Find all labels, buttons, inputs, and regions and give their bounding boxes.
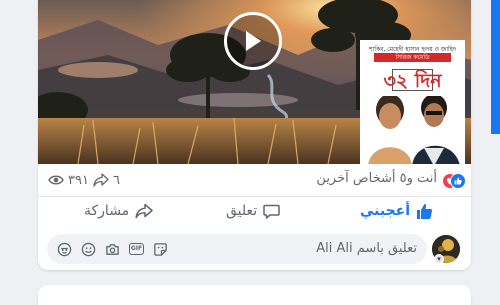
emoji-icon[interactable]	[81, 242, 96, 257]
camera-icon[interactable]	[105, 242, 120, 257]
reactions-summary[interactable]: أنت و٥ أشخاص آخرين	[316, 171, 437, 186]
like-button-label: أعجبني	[360, 203, 411, 219]
like-icon	[450, 173, 466, 189]
like-button[interactable]: أعجبني	[360, 197, 433, 225]
comment-input[interactable]: GIF تعليق باسم Ali Ali	[47, 234, 427, 264]
play-button[interactable]	[224, 12, 282, 70]
chevron-down-icon[interactable]: ▾	[434, 254, 444, 264]
video-poster: শাকিব, মেহেদী হাসান হৃদয় ও জাহিদ সিরিজ …	[360, 40, 465, 164]
post-card: শাকিব, মেহেদী হাসান হৃদয় ও জাহিদ সিরিজ …	[38, 0, 471, 270]
comment-button[interactable]: تعليق	[226, 197, 280, 225]
shares-count-label: ٦	[113, 172, 120, 188]
eye-icon	[48, 175, 64, 185]
share-button[interactable]: مشاركة	[84, 197, 153, 225]
reaction-icons[interactable]	[442, 173, 466, 189]
share-arrow-icon	[93, 173, 109, 187]
shares-count[interactable]: ٦	[93, 171, 120, 189]
next-post-card	[38, 285, 471, 305]
comment-tools: GIF	[57, 241, 168, 257]
comment-composer: GIF تعليق باسم Ali Ali ▾	[38, 232, 471, 266]
share-icon	[135, 203, 153, 219]
views-count[interactable]: ٣٩١	[48, 171, 89, 189]
comment-button-label: تعليق	[226, 203, 258, 219]
poster-actors-image	[360, 96, 465, 164]
post-stats-bar: ٣٩١ ٦ أنت و٥ أشخاص آخرين	[38, 168, 471, 194]
gif-icon[interactable]: GIF	[129, 243, 144, 255]
views-count-label: ٣٩١	[68, 172, 89, 188]
reaction-icons-graphic	[442, 173, 466, 189]
thumbs-up-icon	[417, 203, 433, 219]
share-button-label: مشاركة	[84, 203, 130, 219]
post-video[interactable]: শাকিব, মেহেদী হাসান হৃদয় ও জাহিদ সিরিজ …	[38, 0, 471, 164]
poster-title: ৩২ দিন	[383, 70, 442, 92]
play-icon	[246, 31, 261, 51]
avatar-sticker-icon[interactable]	[57, 242, 72, 257]
comment-icon	[263, 204, 280, 219]
right-rail-strip	[491, 0, 500, 134]
post-actions: مشاركة تعليق أعجبني	[38, 196, 471, 225]
sticker-icon[interactable]	[153, 242, 168, 257]
poster-subtitle: সিরিজ কমেডি	[374, 53, 451, 62]
comment-placeholder: تعليق باسم Ali Ali	[316, 241, 417, 256]
